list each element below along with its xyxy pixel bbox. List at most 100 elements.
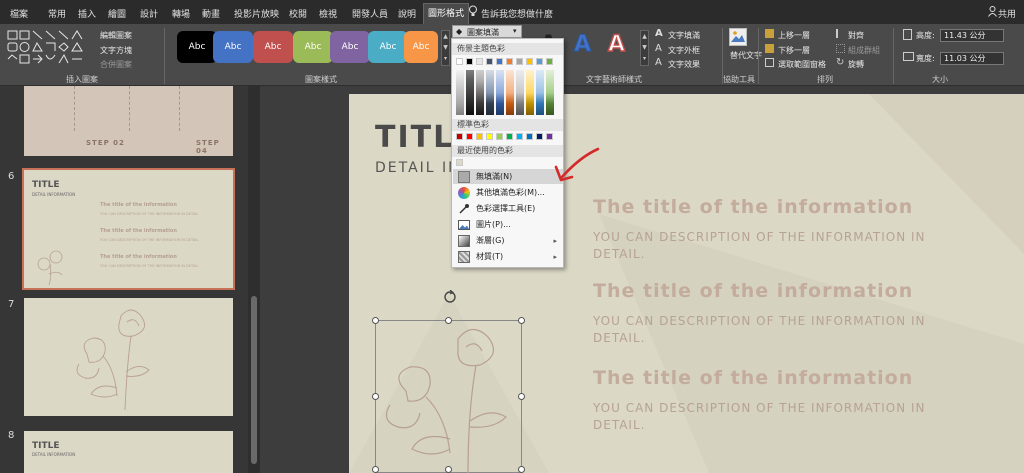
- text-outline-button[interactable]: 文字外框: [668, 45, 700, 56]
- color-swatch[interactable]: [536, 58, 543, 65]
- resize-handle[interactable]: [372, 317, 379, 324]
- color-swatch[interactable]: [516, 133, 523, 140]
- color-swatch-column[interactable]: [466, 70, 474, 115]
- color-swatch-column[interactable]: [456, 70, 464, 115]
- tab-animations[interactable]: 動畫: [198, 5, 224, 22]
- thumbnail-slide-6[interactable]: TITLE DETAIL INFORMATION The title of th…: [22, 168, 235, 290]
- tab-help[interactable]: 說明: [394, 5, 420, 22]
- bring-forward-button[interactable]: 上移一層: [778, 30, 810, 41]
- color-swatch[interactable]: [456, 133, 463, 140]
- color-swatch-column[interactable]: [536, 70, 544, 115]
- menu-item-texture[interactable]: 材質(T) ▸: [453, 249, 563, 264]
- tab-design[interactable]: 設計: [136, 5, 162, 22]
- color-swatch[interactable]: [536, 133, 543, 140]
- text-effects-button[interactable]: 文字效果: [668, 59, 700, 70]
- rotate-button[interactable]: 旋轉: [848, 59, 864, 70]
- color-swatch[interactable]: [506, 58, 513, 65]
- shape-style-red[interactable]: Abc: [253, 31, 293, 63]
- resize-handle[interactable]: [372, 466, 379, 473]
- color-swatch[interactable]: [486, 58, 493, 65]
- shapes-gallery[interactable]: [6, 28, 92, 66]
- tab-view[interactable]: 檢視: [315, 5, 341, 22]
- menu-item-picture[interactable]: 圖片(P)...: [453, 217, 563, 232]
- color-swatch[interactable]: [476, 58, 483, 65]
- color-swatch-column[interactable]: [506, 70, 514, 115]
- height-input[interactable]: 11.43 公分: [940, 29, 1004, 42]
- shape-style-green[interactable]: Abc: [293, 31, 333, 63]
- color-swatch[interactable]: [546, 58, 553, 65]
- wordart-scroll-buttons[interactable]: ▲ ▼ ▾: [640, 30, 649, 66]
- text-box-button[interactable]: 文字方塊: [100, 45, 132, 56]
- tab-transitions[interactable]: 轉場: [168, 5, 194, 22]
- tab-shape-format[interactable]: 圖形格式: [423, 3, 470, 24]
- menu-item-gradient[interactable]: 漸層(G) ▸: [453, 233, 563, 248]
- tab-slideshow[interactable]: 投影片放映: [230, 5, 283, 22]
- shape-style-cyan[interactable]: Abc: [368, 31, 408, 63]
- color-swatch-column[interactable]: [476, 70, 484, 115]
- color-swatch[interactable]: [456, 58, 463, 65]
- tab-insert[interactable]: 插入: [74, 5, 100, 22]
- color-swatch-column[interactable]: [526, 70, 534, 115]
- shape-style-blue[interactable]: Abc: [213, 31, 253, 63]
- resize-handle[interactable]: [445, 466, 452, 473]
- color-swatch[interactable]: [466, 133, 473, 140]
- info-body[interactable]: YOU CAN DESCRIPTION OF THE INFORMATION I…: [593, 229, 973, 263]
- color-swatch-column[interactable]: [486, 70, 494, 115]
- color-swatch[interactable]: [496, 133, 503, 140]
- tab-file[interactable]: 檔案: [6, 5, 32, 22]
- color-swatch-column[interactable]: [516, 70, 524, 115]
- shape-style-black[interactable]: Abc: [177, 31, 217, 63]
- align-button[interactable]: 對齊: [848, 30, 864, 41]
- thumbnail-slide-8[interactable]: TITLE DETAIL INFORMATION: [24, 431, 233, 473]
- menu-item-more-fill-colors[interactable]: 其他填滿色彩(M)...: [453, 185, 563, 200]
- width-input[interactable]: 11.03 公分: [940, 52, 1004, 65]
- resize-handle[interactable]: [518, 466, 525, 473]
- info-body[interactable]: YOU CAN DESCRIPTION OF THE INFORMATION I…: [593, 400, 973, 434]
- color-swatch[interactable]: [486, 133, 493, 140]
- edit-shape-button[interactable]: 編輯圖案: [100, 30, 132, 41]
- rotate-handle-icon[interactable]: [443, 289, 457, 304]
- shape-style-orange[interactable]: Abc: [404, 31, 438, 63]
- info-body[interactable]: YOU CAN DESCRIPTION OF THE INFORMATION I…: [593, 313, 973, 347]
- color-swatch[interactable]: [516, 58, 523, 65]
- tab-developer[interactable]: 開發人員: [348, 5, 392, 22]
- wordart-style-red-outline[interactable]: A: [607, 31, 626, 58]
- text-fill-button[interactable]: 文字填滿: [668, 30, 700, 41]
- color-swatch[interactable]: [476, 133, 483, 140]
- thumbnail-slide-5[interactable]: STEP 02 STEP 04: [24, 86, 233, 156]
- share-button[interactable]: 共用: [998, 7, 1016, 20]
- scrollbar-thumb[interactable]: [251, 296, 257, 464]
- selected-shape[interactable]: [375, 320, 522, 473]
- menu-item-eyedropper[interactable]: 色彩選擇工具(E): [453, 201, 563, 216]
- gallery-scroll-buttons[interactable]: ▲ ▼ ▾: [441, 30, 450, 66]
- group-button[interactable]: 組成群組: [848, 45, 880, 56]
- resize-handle[interactable]: [372, 393, 379, 400]
- recent-color-swatch[interactable]: [456, 159, 463, 166]
- info-title[interactable]: The title of the information: [593, 367, 913, 389]
- selection-pane-button[interactable]: 選取範圍窗格: [778, 59, 826, 70]
- color-swatch[interactable]: [526, 133, 533, 140]
- color-swatch[interactable]: [526, 58, 533, 65]
- wordart-style-blue[interactable]: A: [573, 32, 591, 58]
- tell-me-search[interactable]: 告訴我您想做什麼: [481, 7, 553, 20]
- color-swatch[interactable]: [506, 133, 513, 140]
- color-swatch-column[interactable]: [496, 70, 504, 115]
- color-swatch[interactable]: [496, 58, 503, 65]
- color-swatch-column[interactable]: [546, 70, 554, 115]
- color-swatch[interactable]: [546, 133, 553, 140]
- tab-review[interactable]: 校閱: [285, 5, 311, 22]
- info-title[interactable]: The title of the information: [593, 280, 913, 302]
- send-backward-button[interactable]: 下移一層: [778, 45, 810, 56]
- tab-home[interactable]: 常用: [44, 5, 70, 22]
- thumbnail-scrollbar[interactable]: [248, 86, 260, 473]
- shape-fill-button[interactable]: ◆ 圖案填滿 ▾: [452, 25, 522, 38]
- info-title[interactable]: The title of the information: [593, 196, 913, 218]
- tab-draw[interactable]: 繪圖: [104, 5, 130, 22]
- resize-handle[interactable]: [445, 317, 452, 324]
- merge-shapes-button[interactable]: 合併圖案: [100, 59, 132, 70]
- resize-handle[interactable]: [518, 317, 525, 324]
- shape-style-purple[interactable]: Abc: [330, 31, 370, 63]
- menu-item-no-fill[interactable]: 無填滿(N): [453, 169, 563, 184]
- color-swatch[interactable]: [466, 58, 473, 65]
- resize-handle[interactable]: [518, 393, 525, 400]
